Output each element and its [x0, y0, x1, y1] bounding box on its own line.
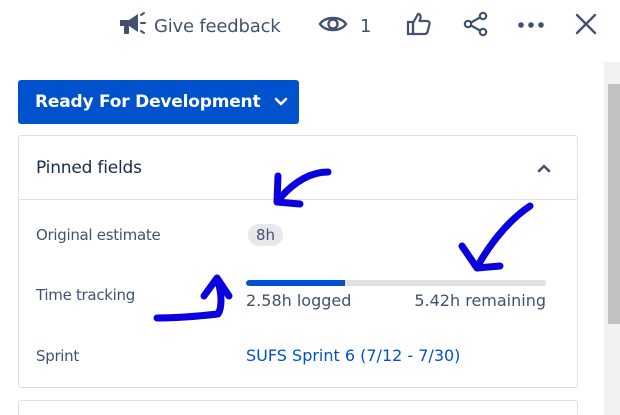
close-button[interactable] [571, 11, 601, 41]
next-panel [18, 400, 578, 415]
original-estimate-value[interactable]: 8h [248, 224, 284, 246]
close-icon [575, 13, 597, 40]
megaphone-icon [116, 11, 146, 42]
more-actions-button[interactable] [516, 11, 546, 41]
watch-count: 1 [360, 15, 372, 37]
scrollbar-thumb[interactable] [608, 84, 620, 324]
time-tracking-progress-bar[interactable] [246, 280, 546, 286]
chevron-down-icon [274, 97, 288, 107]
share-icon [462, 10, 490, 43]
pinned-fields-panel: Pinned fields Original estimate 8h Time … [18, 135, 578, 388]
like-button[interactable] [404, 11, 434, 41]
sprint-link[interactable]: SUFS Sprint 6 (7/12 - 7/30) [246, 346, 460, 365]
pinned-fields-title: Pinned fields [36, 158, 142, 178]
watch-button[interactable]: 1 [318, 11, 371, 41]
time-logged: 2.58h logged [246, 291, 352, 310]
thumbs-up-icon [406, 11, 432, 42]
eye-icon [318, 12, 348, 41]
issue-toolbar: Give feedback 1 [0, 0, 620, 52]
pinned-fields-header[interactable]: Pinned fields [19, 136, 577, 200]
share-button[interactable] [461, 11, 491, 41]
time-remaining: 5.42h remaining [414, 291, 546, 310]
give-feedback-label: Give feedback [154, 15, 281, 37]
give-feedback-button[interactable]: Give feedback [116, 11, 281, 41]
chevron-up-icon[interactable] [534, 158, 554, 178]
time-tracking-progress-fill [246, 280, 345, 286]
sprint-label: Sprint [36, 347, 79, 365]
original-estimate-label: Original estimate [36, 226, 161, 244]
time-tracking-label: Time tracking [36, 286, 135, 304]
more-icon [517, 17, 545, 35]
status-label: Ready For Development [35, 92, 261, 112]
status-transition-button[interactable]: Ready For Development [18, 80, 299, 124]
